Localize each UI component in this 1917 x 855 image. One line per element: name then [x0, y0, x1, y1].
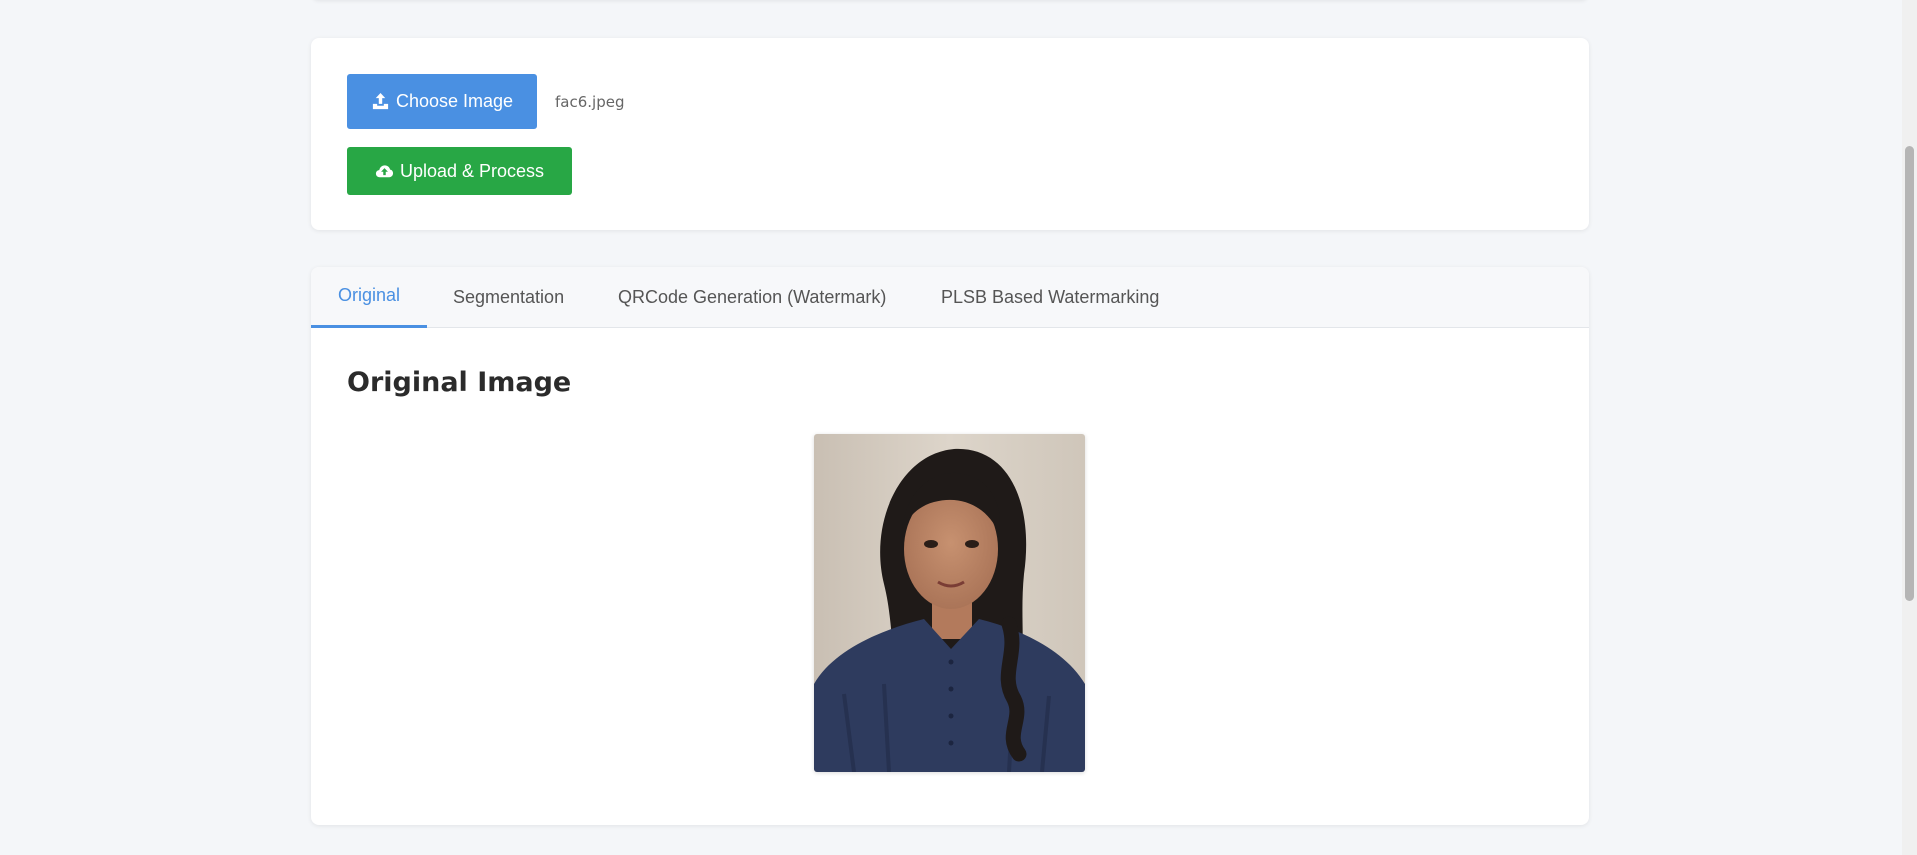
tab-qrcode-generation[interactable]: QRCode Generation (Watermark) — [618, 267, 886, 327]
tab-plsb-watermarking[interactable]: PLSB Based Watermarking — [941, 267, 1159, 327]
upload-process-label: Upload & Process — [399, 160, 545, 181]
page: Choose Image fac6.jpeg Upload & Process … — [0, 0, 1917, 855]
choose-image-label: Choose Image — [395, 91, 514, 111]
original-image — [814, 434, 1085, 772]
upload-process-button[interactable]: Upload & Process — [347, 147, 572, 195]
cloud-upload-icon — [375, 164, 394, 177]
tab-original[interactable]: Original — [311, 267, 427, 328]
section-title: Original Image — [347, 367, 572, 398]
upload-icon — [372, 92, 389, 110]
tab-segmentation[interactable]: Segmentation — [453, 267, 564, 327]
portrait-photo — [814, 434, 1085, 772]
selected-filename: fac6.jpeg — [555, 93, 625, 111]
upload-card: Choose Image fac6.jpeg Upload & Process — [311, 38, 1589, 230]
scrollbar-thumb[interactable] — [1905, 146, 1914, 601]
scrollbar[interactable] — [1902, 0, 1917, 855]
results-card: Original Segmentation QRCode Generation … — [311, 267, 1589, 825]
tab-bar: Original Segmentation QRCode Generation … — [311, 267, 1589, 328]
choose-image-button[interactable]: Choose Image — [347, 74, 537, 129]
